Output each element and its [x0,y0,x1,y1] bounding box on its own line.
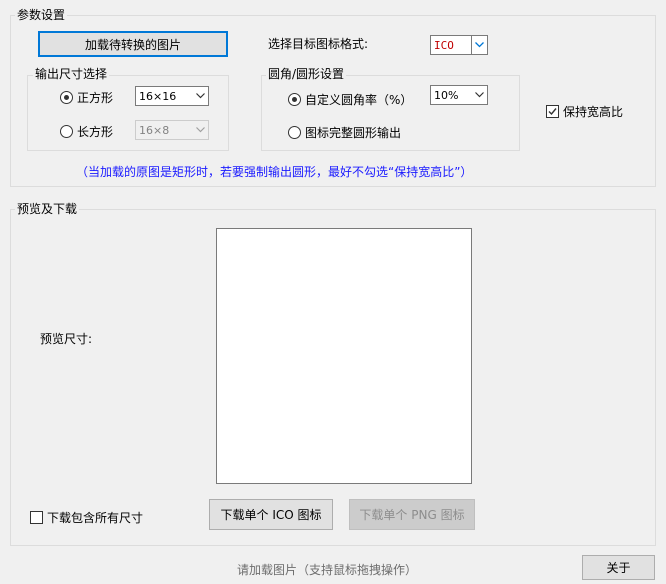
download-ico-button[interactable]: 下载单个 ICO 图标 [209,499,333,530]
custom-round-radio-dot [288,93,301,106]
params-group-title: 参数设置 [15,8,68,22]
chevron-down-icon [192,87,208,105]
rect-radio-label: 长方形 [77,125,114,139]
square-radio[interactable]: 正方形 [60,89,113,106]
square-radio-dot [60,91,73,104]
custom-round-radio-label: 自定义圆角率（%） [305,93,413,107]
round-group-title: 圆角/圆形设置 [266,67,347,81]
round-rate-select[interactable]: 10% [430,85,488,105]
download-png-button[interactable]: 下载单个 PNG 图标 [349,499,475,530]
preview-group-title: 预览及下载 [15,202,80,216]
checkmark-icon [546,105,559,118]
rect-size-select[interactable]: 16×8 [135,120,209,140]
load-image-button[interactable]: 加载待转换的图片 [38,31,228,57]
custom-round-radio[interactable]: 自定义圆角率（%） [288,91,412,108]
square-size-select[interactable]: 16×16 [135,86,209,106]
chevron-down-icon [192,121,208,139]
keep-ratio-label: 保持宽高比 [563,105,624,119]
format-select[interactable]: ICO [430,35,488,55]
chevron-down-icon [471,86,487,104]
include-all-sizes-checkbox[interactable]: 下载包含所有尺寸 [30,509,143,526]
format-label: 选择目标图标格式: [268,37,369,51]
full-circle-radio-label: 图标完整圆形输出 [305,126,402,140]
include-all-sizes-box [30,511,43,524]
format-select-value: ICO [434,38,454,52]
rect-radio-dot [60,125,73,138]
full-circle-radio-dot [288,126,301,139]
chevron-down-icon [471,36,487,54]
preview-canvas [216,228,472,484]
rect-radio[interactable]: 长方形 [60,123,113,140]
square-radio-label: 正方形 [77,91,114,105]
output-size-group-title: 输出尺寸选择 [33,67,110,81]
rect-size-value: 16×8 [139,123,170,137]
preview-size-label: 预览尺寸: [40,332,93,346]
square-size-value: 16×16 [139,89,177,103]
round-rate-value: 10% [434,88,459,102]
about-button[interactable]: 关于 [582,555,655,580]
include-all-sizes-label: 下载包含所有尺寸 [47,511,144,525]
status-text: 请加载图片（支持鼠标拖拽操作） [237,563,418,577]
note-text: （当加载的原图是矩形时，若要强制输出圆形，最好不勾选“保持宽高比”） [76,165,473,179]
full-circle-radio[interactable]: 图标完整圆形输出 [288,124,401,141]
keep-ratio-checkbox[interactable]: 保持宽高比 [546,103,623,120]
